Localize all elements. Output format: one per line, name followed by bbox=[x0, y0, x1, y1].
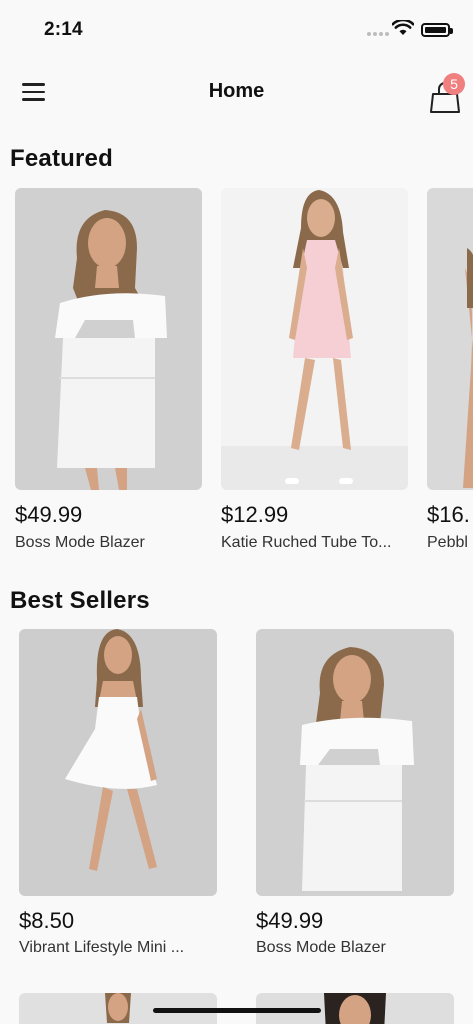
product-price: $8.50 bbox=[19, 908, 75, 933]
product-name: Vibrant Lifestyle Mini ... bbox=[19, 939, 185, 956]
product-name: Pebbl bbox=[427, 534, 468, 551]
product-price: $49.99 bbox=[15, 502, 83, 527]
featured-section-title: Featured bbox=[10, 145, 113, 172]
product-image bbox=[256, 629, 454, 896]
product-name: Boss Mode Blazer bbox=[256, 939, 386, 956]
product-image bbox=[19, 629, 217, 896]
featured-product-card[interactable]: $49.99 Boss Mode Blazer bbox=[15, 188, 202, 558]
best-seller-product-card[interactable]: $8.50 Vibrant Lifestyle Mini ... bbox=[19, 629, 217, 963]
product-image bbox=[15, 188, 202, 490]
product-price: $12.99 bbox=[221, 502, 289, 527]
wifi-icon bbox=[392, 20, 414, 35]
battery-icon bbox=[421, 23, 453, 37]
product-image bbox=[221, 188, 408, 490]
best-seller-product-card[interactable]: $49.99 Boss Mode Blazer bbox=[256, 629, 454, 963]
nav-bar: Home bbox=[0, 56, 473, 126]
home-indicator[interactable] bbox=[153, 1008, 321, 1013]
featured-product-card[interactable]: $12.99 Katie Ruched Tube To... bbox=[221, 188, 408, 558]
product-price: $16. bbox=[427, 502, 470, 527]
product-image bbox=[427, 188, 473, 490]
status-time: 2:14 bbox=[44, 19, 83, 40]
product-price: $49.99 bbox=[256, 908, 324, 933]
status-bar: 2:14 bbox=[0, 0, 473, 56]
product-name: Boss Mode Blazer bbox=[15, 534, 145, 551]
page-title: Home bbox=[208, 80, 265, 102]
featured-product-card[interactable]: $16. Pebbl bbox=[427, 188, 473, 558]
product-name: Katie Ruched Tube To... bbox=[221, 534, 392, 551]
best-sellers-section-title: Best Sellers bbox=[10, 587, 150, 614]
cellular-signal-icon bbox=[367, 32, 389, 36]
cart-count-badge: 5 bbox=[443, 73, 465, 95]
